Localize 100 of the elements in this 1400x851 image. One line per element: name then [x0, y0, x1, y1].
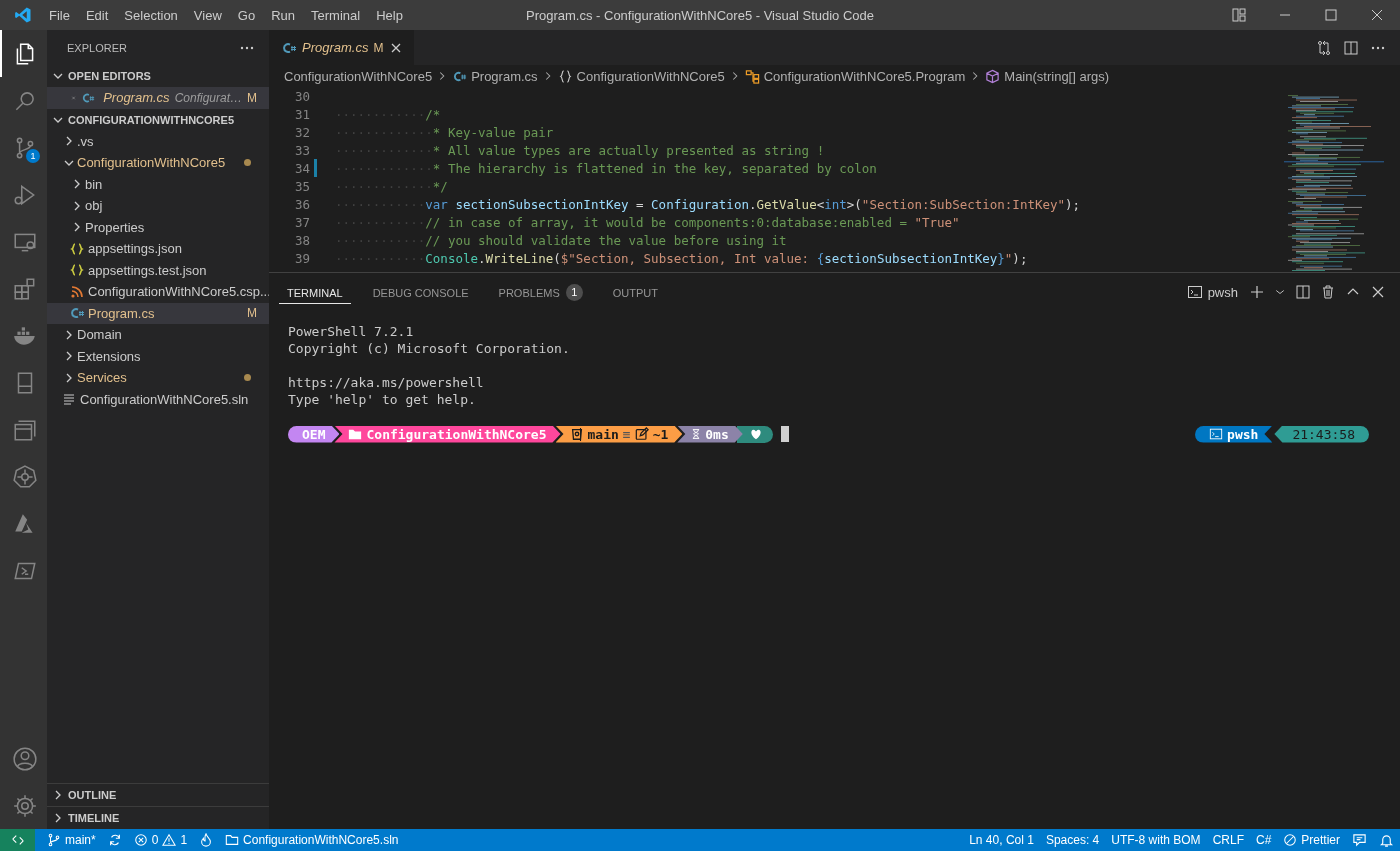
remote-icon	[10, 833, 25, 847]
feedback-icon[interactable]	[1352, 832, 1367, 848]
breadcrumb[interactable]: ConfigurationWithNCore5	[557, 68, 725, 84]
breadcrumb[interactable]: Program.cs	[452, 68, 538, 84]
file-path: Configurat…	[174, 90, 242, 105]
hourglass-icon	[691, 427, 702, 441]
file-name: ConfigurationWithNCore5.csp...	[88, 284, 271, 300]
code-line: ············/*	[335, 106, 441, 122]
formatter-item[interactable]: Prettier	[1277, 833, 1346, 847]
tree-item[interactable]: appsettings.json	[47, 238, 269, 260]
tree-item[interactable]: Domain	[47, 324, 269, 346]
activity-bar-button[interactable]: 1	[0, 124, 47, 171]
tab-label: PROBLEMS	[498, 286, 560, 299]
tab-label: DEBUG CONSOLE	[372, 286, 469, 299]
modified-dot	[244, 159, 251, 167]
breadcrumb[interactable]: Main(string[] args)	[985, 68, 1110, 84]
code-line: ············// you should validate the value before using it	[335, 232, 787, 248]
split-editor-icon[interactable]	[1343, 39, 1359, 56]
branch-item[interactable]: main*	[41, 833, 102, 847]
file-name: appsettings.json	[88, 241, 182, 257]
menu-item[interactable]: Run	[263, 7, 303, 23]
close-icon[interactable]	[1369, 7, 1385, 23]
settings-icon	[11, 792, 38, 819]
panel-tab[interactable]: OUTPUT	[604, 280, 666, 304]
prompt-text: 21:43:58	[1292, 426, 1355, 442]
flame-icon[interactable]	[199, 833, 214, 847]
prompt-text: OEM	[302, 426, 326, 442]
menu-item[interactable]: Help	[368, 7, 411, 23]
panel-tab[interactable]: DEBUG CONSOLE	[364, 280, 477, 304]
line-number: 36	[293, 196, 310, 212]
json-file-icon	[69, 240, 85, 257]
status-item[interactable]: UTF-8 with BOM	[1105, 833, 1207, 847]
tree-item[interactable]: ConfigurationWithNCore5.csp...	[47, 281, 269, 303]
tree-item[interactable]: bin	[47, 173, 269, 195]
prompt-text: ≡	[622, 426, 631, 442]
solution-item[interactable]: ConfigurationWithNCore5.sln	[219, 833, 405, 847]
status-item[interactable]: C#	[1249, 833, 1278, 847]
menu-item[interactable]: Terminal	[303, 7, 369, 23]
problems-item[interactable]: 0 1	[127, 833, 194, 847]
menu-item[interactable]: Go	[229, 7, 264, 23]
prompt-text: main	[587, 426, 619, 442]
tab-label: TERMINAL	[287, 286, 343, 299]
menu-item[interactable]: File	[41, 7, 78, 23]
section-header[interactable]: OPEN EDITORS	[47, 65, 269, 87]
compare-icon[interactable]	[1316, 39, 1332, 56]
tree-item[interactable]: Services	[47, 367, 269, 389]
menu-item[interactable]: Edit	[77, 7, 117, 23]
remote-button[interactable]	[0, 829, 35, 851]
tree-item[interactable]: obj	[47, 195, 269, 217]
cube-icon	[985, 68, 1001, 84]
line-number: 31	[293, 106, 310, 122]
code-line: ············// in case of array, it would be components:0:database:enabled = "True"	[335, 214, 960, 230]
terminal-icon	[1209, 427, 1224, 441]
status-item[interactable]: Spaces: 4	[1039, 833, 1106, 847]
tree-item[interactable]: Extensions	[47, 345, 269, 367]
section-header[interactable]: CONFIGURATIONWITHNCORE5	[47, 108, 269, 131]
terminal-line: https://aka.ms/powershell	[288, 374, 485, 391]
warning-icon	[162, 833, 177, 847]
code-line: ·············* The hierarchy is flattened in the key, separated by colon	[335, 160, 877, 176]
split-terminal-icon[interactable]	[1295, 284, 1311, 300]
line-number: 38	[293, 232, 310, 248]
panel-tab[interactable]: PROBLEMS 1	[490, 278, 591, 306]
layout-icon[interactable]	[1231, 7, 1247, 23]
tree-item[interactable]: .vs	[47, 130, 269, 152]
status-item[interactable]: Ln 40, Col 1	[963, 833, 1040, 847]
trash-icon[interactable]	[1320, 284, 1336, 300]
account-icon	[11, 745, 38, 772]
tree-item[interactable]: Properties	[47, 216, 269, 238]
open-editor-item[interactable]: Program.cs Configurat… M	[47, 87, 269, 109]
close-icon[interactable]	[1370, 284, 1386, 300]
panel-tab[interactable]: TERMINAL	[279, 280, 351, 304]
file-name: ConfigurationWithNCore5	[77, 155, 226, 171]
section-header[interactable]: OUTLINE	[47, 783, 269, 806]
breadcrumb[interactable]: ConfigurationWithNCore5	[284, 68, 433, 84]
bell-icon[interactable]	[1379, 832, 1394, 848]
sidebar-title: EXPLORER	[67, 41, 127, 54]
tree-item[interactable]: appsettings.test.json	[47, 259, 269, 281]
heart-icon	[748, 427, 763, 441]
line-number: 39	[293, 250, 310, 266]
git-status: M	[373, 40, 384, 55]
maximize-icon[interactable]	[1323, 7, 1339, 23]
breadcrumb[interactable]: ConfigurationWithNCore5.Program	[744, 68, 966, 84]
status-item[interactable]: CRLF	[1206, 833, 1250, 847]
tab-label: OUTPUT	[612, 286, 658, 299]
sync-icon[interactable]	[107, 833, 122, 847]
terminal-profile-button[interactable]: pwsh	[1186, 284, 1238, 300]
menu-item[interactable]: View	[185, 7, 230, 23]
file-name: Properties	[85, 219, 145, 235]
folder-icon	[348, 427, 363, 441]
code-line: ············var sectionSubsectionIntKey = Configuration.GetValue<int>("Section:SubSection:IntKey");	[335, 196, 1081, 212]
menu-item[interactable]: Selection	[116, 7, 186, 23]
file-name: Program.cs	[88, 305, 155, 321]
tree-item[interactable]: Program.cs M	[47, 302, 269, 324]
editor-tab[interactable]: Program.cs M	[269, 30, 415, 65]
file-name: appsettings.test.json	[88, 262, 207, 278]
line-number: 30	[293, 88, 310, 104]
tree-item[interactable]: ConfigurationWithNCore5	[47, 152, 269, 174]
file-name: obj	[85, 198, 103, 214]
plus-icon[interactable]	[1249, 284, 1265, 300]
tree-item[interactable]: ConfigurationWithNCore5.sln	[47, 388, 269, 410]
